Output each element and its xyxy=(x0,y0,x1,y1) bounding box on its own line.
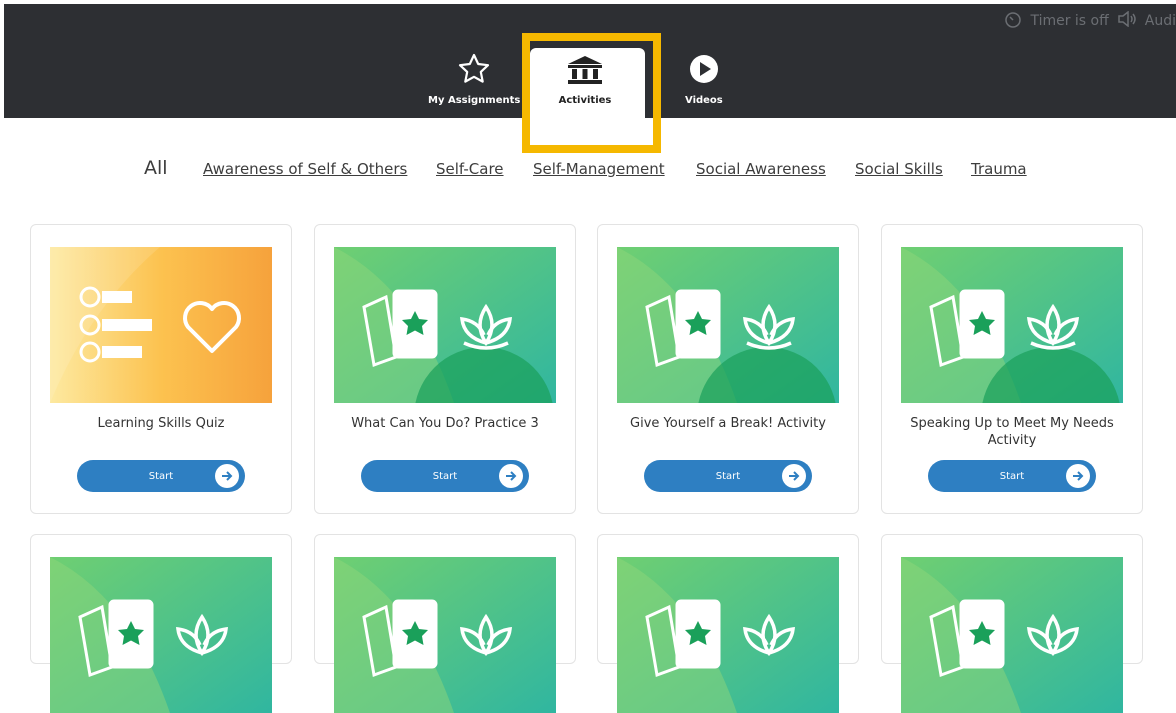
audio-icon[interactable] xyxy=(1117,10,1137,31)
star-icon xyxy=(457,52,491,86)
card-title: What Can You Do? Practice 3 xyxy=(351,416,539,431)
start-button[interactable]: Start xyxy=(644,460,812,492)
activity-card[interactable]: Learning Skills Quiz Start xyxy=(30,224,292,514)
cards-lotus-thumbnail xyxy=(50,557,272,713)
cards-lotus-thumbnail xyxy=(334,247,556,403)
start-button[interactable]: Start xyxy=(77,460,245,492)
cards-lotus-thumbnail xyxy=(901,557,1123,713)
card-title: Learning Skills Quiz xyxy=(97,416,225,431)
cards-lotus-thumbnail xyxy=(617,247,839,403)
filter-trauma[interactable]: Trauma xyxy=(971,160,1027,178)
play-icon xyxy=(687,52,721,86)
quiz-thumbnail xyxy=(50,247,272,403)
filter-awareness-of-self-others[interactable]: Awareness of Self & Others xyxy=(203,160,407,178)
tab-my-assignments-label: My Assignments xyxy=(428,95,521,106)
audio-label[interactable]: Audi xyxy=(1145,13,1176,29)
filter-self-management[interactable]: Self-Management xyxy=(533,160,665,178)
arrow-right-icon xyxy=(1066,464,1090,488)
arrow-right-icon xyxy=(499,464,523,488)
filter-all[interactable]: All xyxy=(144,157,168,179)
cards-lotus-thumbnail xyxy=(334,557,556,713)
timer-icon[interactable] xyxy=(1004,10,1022,32)
card-title: Give Yourself a Break! Activity xyxy=(630,416,826,431)
cards-lotus-thumbnail xyxy=(901,247,1123,403)
start-button[interactable]: Start xyxy=(928,460,1096,492)
status-area: Timer is off Audi xyxy=(1004,10,1176,32)
highlight-box xyxy=(522,33,661,153)
cards-lotus-thumbnail xyxy=(617,557,839,713)
activity-card[interactable] xyxy=(30,534,292,713)
arrow-right-icon xyxy=(782,464,806,488)
activity-card[interactable] xyxy=(597,534,859,713)
start-button[interactable]: Start xyxy=(361,460,529,492)
activity-card[interactable] xyxy=(881,534,1143,713)
activity-card[interactable]: What Can You Do? Practice 3 Start xyxy=(314,224,576,514)
timer-status[interactable]: Timer is off xyxy=(1030,13,1108,29)
activity-card[interactable]: Give Yourself a Break! Activity Start xyxy=(597,224,859,514)
activity-card[interactable] xyxy=(314,534,576,713)
card-title: Speaking Up to Meet My Needs Activity xyxy=(910,416,1114,448)
filter-social-awareness[interactable]: Social Awareness xyxy=(696,160,826,178)
filter-social-skills[interactable]: Social Skills xyxy=(855,160,943,178)
filter-self-care[interactable]: Self-Care xyxy=(436,160,504,178)
activity-card[interactable]: Speaking Up to Meet My Needs Activity St… xyxy=(881,224,1143,514)
category-filters: All Awareness of Self & Others Self-Care… xyxy=(0,157,1176,184)
tab-videos[interactable]: Videos xyxy=(685,52,723,106)
tab-videos-label: Videos xyxy=(685,95,723,106)
tab-my-assignments[interactable]: My Assignments xyxy=(428,52,520,106)
arrow-right-icon xyxy=(215,464,239,488)
